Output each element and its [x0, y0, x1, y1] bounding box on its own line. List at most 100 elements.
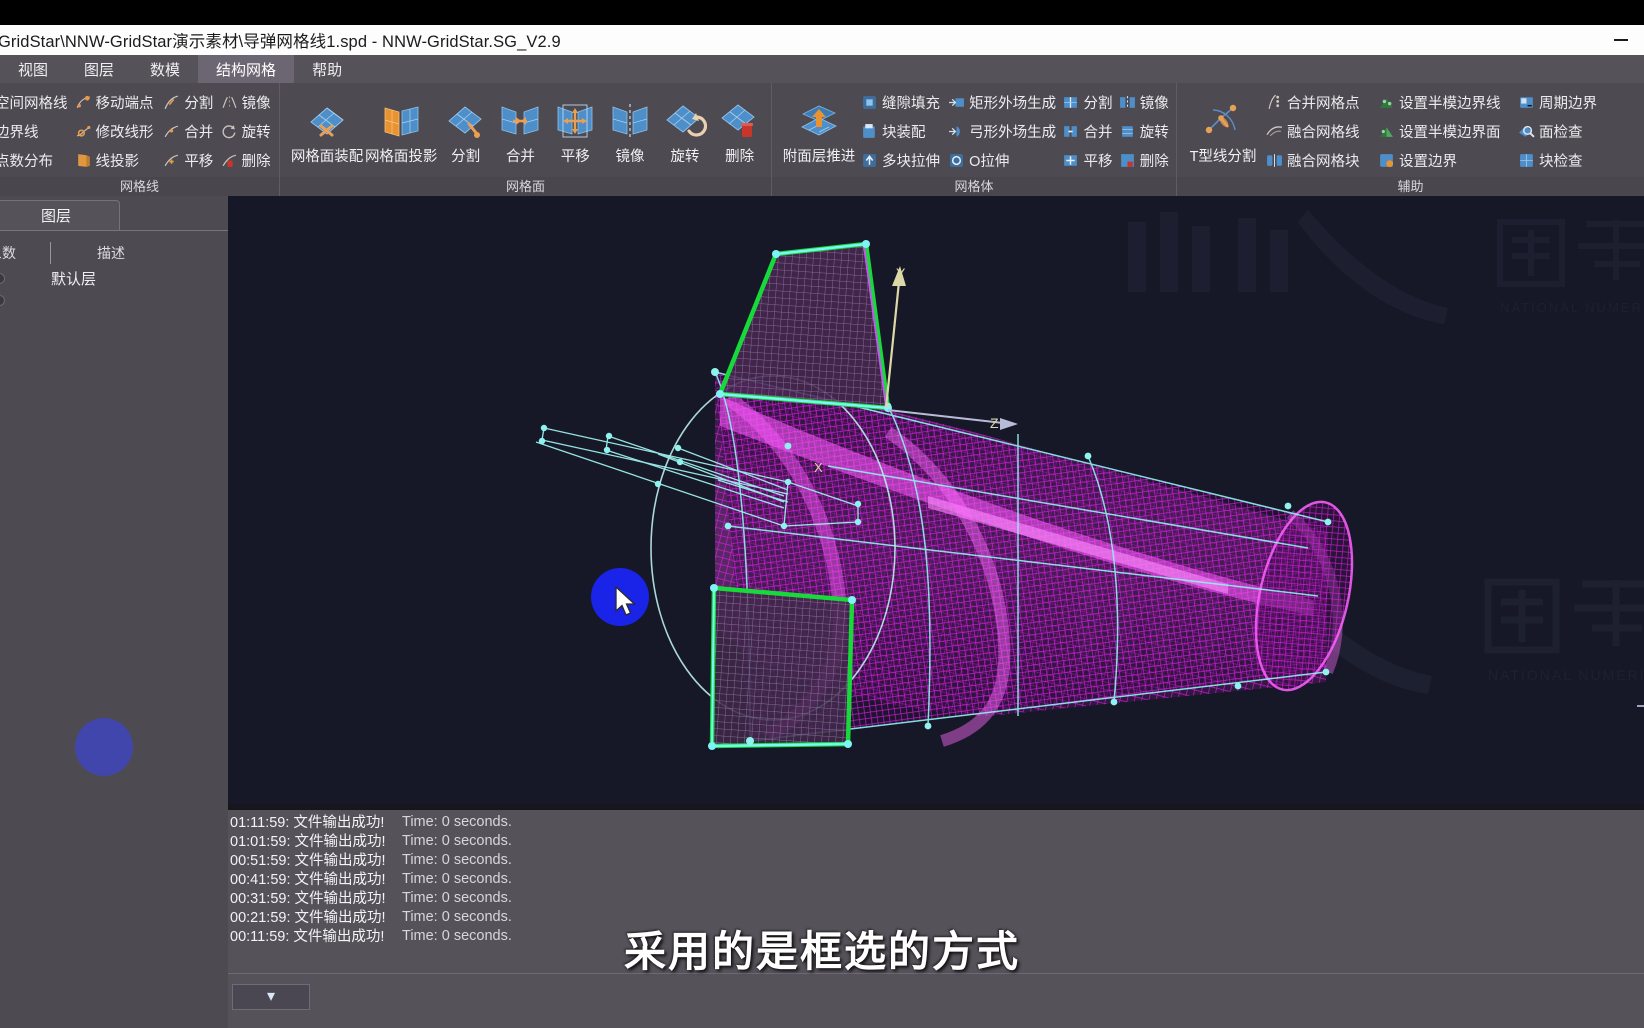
menu-item-view[interactable]: 视图 [0, 55, 66, 83]
row-visibility-toggle-icon[interactable] [0, 294, 5, 306]
cmd-line-translate[interactable]: 平移 [160, 146, 217, 174]
cmd-boundary-line[interactable]: 边界线 [0, 117, 72, 145]
split-icon [164, 95, 179, 109]
cmd-gap-fill[interactable]: 缝隙填充 [858, 88, 945, 116]
cmd-block-merge[interactable]: 合并 [1059, 117, 1115, 145]
missile-mesh-model[interactable]: Y Z X [228, 196, 1644, 804]
cmd-block-split[interactable]: 分割 [1059, 88, 1115, 116]
edit-curve-icon [76, 125, 90, 137]
row-visibility-toggle-icon[interactable] [0, 272, 5, 284]
line-project-icon [77, 153, 90, 167]
face-check-icon [1519, 125, 1535, 137]
menu-item-model[interactable]: 数模 [132, 55, 198, 83]
cmd-rect-farfield[interactable]: 矩形外场生成 [945, 88, 1059, 116]
cmd-block-mirror[interactable]: 镜像 [1116, 88, 1172, 116]
t-line-split-icon [1205, 104, 1237, 134]
viewport-edge-marker [1637, 705, 1644, 707]
top-fin-selected[interactable] [716, 241, 891, 411]
cmd-line-mirror[interactable]: 镜像 [218, 88, 275, 116]
ribbon-group-auxiliary: T型线分割 合并网格点 融合网格线 融合网格块 设置半模边界线 设置半模边界面 … [1176, 83, 1644, 196]
mesh-face-merge-icon [502, 106, 539, 135]
cmd-mesh-face-delete[interactable]: 删除 [712, 96, 767, 166]
cmd-merge-mesh-points[interactable]: 合并网格点 [1263, 88, 1375, 116]
ribbon-col-aux-check: 周期边界 面检查 块检查 [1515, 88, 1625, 174]
cmd-o-extrude[interactable]: O拉伸 [945, 146, 1059, 174]
cmd-line-delete[interactable]: 删除 [218, 146, 275, 174]
ribbon-col-gridline-types: 空间网格线 边界线 点数分布 [0, 88, 72, 174]
table-row[interactable]: 默认层 [0, 266, 228, 290]
block-check-icon [1520, 153, 1533, 167]
set-boundary-icon [1380, 153, 1394, 167]
mesh-face-project-icon [384, 106, 419, 137]
mesh-face-delete-icon [720, 104, 755, 137]
ribbon-group-grid-lines: 空间网格线 边界线 点数分布 移动端点 修改线形 线投影 分割 合并 平移 镜像… [0, 83, 279, 196]
cmd-line-merge[interactable]: 合并 [160, 117, 217, 145]
cmd-mesh-face-rotate[interactable]: 旋转 [657, 96, 712, 166]
half-model-edge-face-icon [1380, 126, 1393, 137]
cmd-blend-mesh-lines[interactable]: 融合网格线 [1263, 117, 1375, 145]
ribbon-group-label-mesh-blocks: 网格体 [772, 177, 1176, 196]
cmd-set-half-model-edge-face[interactable]: 设置半模边界面 [1375, 117, 1515, 145]
ribbon-group-label-mesh-faces: 网格面 [280, 177, 771, 196]
axis-label-y: Y [896, 265, 906, 281]
minimize-button[interactable] [1598, 25, 1644, 55]
cmd-mesh-face-split[interactable]: 分割 [438, 96, 493, 166]
layer-panel: 图层 象数 描述 默认层 [0, 196, 228, 1028]
cmd-edit-curve-shape[interactable]: 修改线形 [72, 117, 161, 145]
cmd-block-delete[interactable]: 删除 [1116, 146, 1172, 174]
layer-table-header: 象数 描述 [0, 240, 228, 266]
cmd-line-split[interactable]: 分割 [160, 88, 217, 116]
block-rotate-icon [1121, 125, 1133, 137]
merge-icon [164, 125, 179, 137]
cmd-set-boundary[interactable]: 设置边界 [1375, 146, 1515, 174]
column-header-description: 描述 [97, 245, 125, 261]
cmd-point-distribution[interactable]: 点数分布 [0, 146, 72, 174]
log-line: 00:41:59: 文件输出成功! Time: 0 seconds. [230, 870, 512, 889]
menu-item-help[interactable]: 帮助 [294, 55, 360, 83]
cmd-block-rotate[interactable]: 旋转 [1116, 117, 1172, 145]
mesh-face-mirror-icon [612, 104, 648, 138]
block-translate-icon [1064, 154, 1078, 166]
cmd-mesh-face-mirror[interactable]: 镜像 [603, 96, 658, 166]
cmd-arc-farfield[interactable]: 弓形外场生成 [945, 117, 1059, 145]
layer-name: 默认层 [51, 270, 97, 288]
menu-item-structured-mesh[interactable]: 结构网格 [198, 55, 295, 83]
cmd-mesh-face-assemble[interactable]: 网格面装配 [290, 96, 364, 166]
log-collapse-button[interactable]: ▾ [232, 984, 310, 1010]
cmd-mesh-face-merge[interactable]: 合并 [493, 96, 548, 166]
window-controls [1598, 25, 1644, 55]
mesh-face-translate-icon [557, 104, 593, 138]
cmd-block-check[interactable]: 块检查 [1515, 146, 1625, 174]
cmd-line-projection[interactable]: 线投影 [72, 146, 161, 174]
cmd-line-rotate[interactable]: 旋转 [218, 117, 275, 145]
cmd-blend-mesh-blocks[interactable]: 融合网格块 [1263, 146, 1375, 174]
mesh-face-split-icon [447, 106, 482, 138]
axis-label-x: X [814, 460, 823, 475]
cmd-t-line-split[interactable]: T型线分割 [1183, 96, 1263, 166]
menu-item-layer[interactable]: 图层 [66, 55, 132, 83]
cmd-face-check[interactable]: 面检查 [1515, 117, 1625, 145]
3d-viewport[interactable]: NATIONAL NUMERICAL NATIONAL NUMERICAL [228, 196, 1644, 804]
table-row-empty[interactable] [0, 290, 228, 310]
cmd-mesh-face-translate[interactable]: 平移 [548, 96, 603, 166]
cmd-periodic-boundary[interactable]: 周期边界 [1515, 88, 1625, 116]
bottom-fin-selected[interactable] [709, 585, 855, 749]
cmd-set-half-model-edge-line[interactable]: 设置半模边界线 [1375, 88, 1515, 116]
message-log-panel: 01:11:59: 文件输出成功! Time: 0 seconds. 01:01… [228, 804, 1644, 1028]
ribbon-col-gridline-ops: 分割 合并 平移 [160, 88, 217, 174]
ribbon-col-block-build: 缝隙填充 块装配 多块拉伸 [858, 88, 945, 174]
ribbon-col-gridline-transform: 镜像 旋转 删除 [218, 88, 275, 174]
menu-bar: 视图 图层 数模 结构网格 帮助 [0, 55, 1644, 83]
cmd-space-gridline[interactable]: 空间网格线 [0, 88, 72, 116]
blend-lines-icon [1266, 125, 1283, 136]
tab-layers[interactable]: 图层 [0, 200, 120, 230]
ribbon-col-aux-boundary: 设置半模边界线 设置半模边界面 设置边界 [1375, 88, 1515, 174]
cmd-move-endpoint[interactable]: 移动端点 [72, 88, 161, 116]
cmd-mesh-face-project[interactable]: 网格面投影 [364, 96, 438, 166]
cmd-multiblock-extrude[interactable]: 多块拉伸 [858, 146, 945, 174]
cmd-boundary-layer-advance[interactable]: 附面层推进 [780, 96, 858, 166]
log-line: 00:31:59: 文件输出成功! Time: 0 seconds. [230, 889, 512, 908]
cmd-block-translate[interactable]: 平移 [1059, 146, 1115, 174]
cmd-block-assemble[interactable]: 块装配 [858, 117, 945, 145]
translate-icon [164, 154, 179, 166]
